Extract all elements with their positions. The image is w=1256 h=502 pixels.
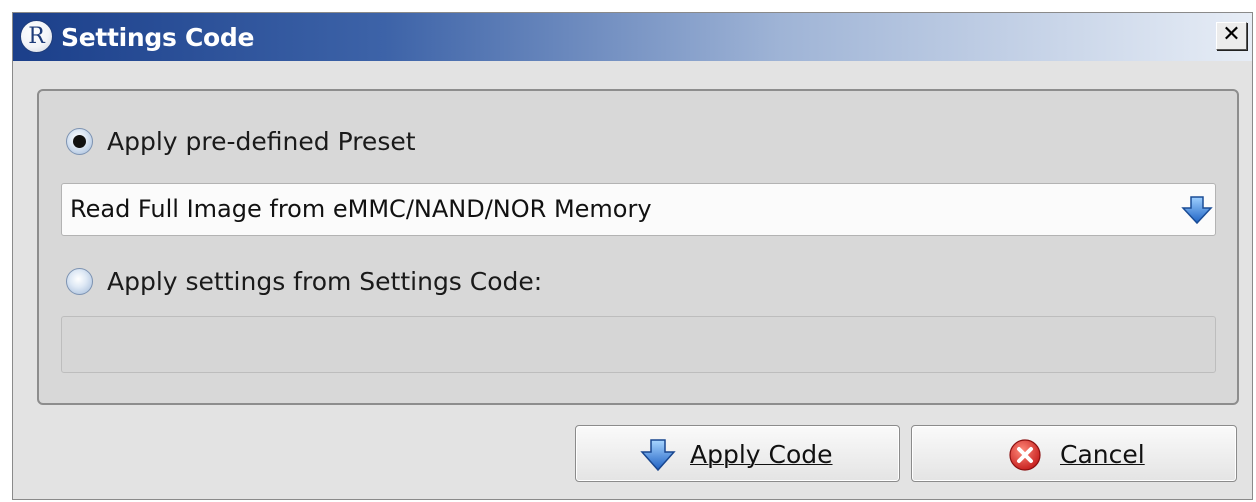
title-bar[interactable]: R Settings Code ✕ (13, 13, 1252, 61)
close-icon: ✕ (1222, 22, 1241, 47)
settings-code-radio[interactable] (66, 268, 93, 295)
settings-code-radio-label[interactable]: Apply settings from Settings Code: (107, 267, 542, 296)
preset-dropdown-value: Read Full Image from eMMC/NAND/NOR Memor… (70, 195, 652, 223)
apply-code-button[interactable]: Apply Code (575, 425, 900, 482)
apply-code-label: Apply Code (690, 440, 833, 469)
dialog-title: Settings Code (61, 23, 255, 52)
close-button[interactable]: ✕ (1216, 22, 1247, 50)
dropdown-arrow-icon[interactable] (1181, 194, 1213, 226)
app-logo-icon: R (20, 20, 53, 53)
red-x-circle-icon (1009, 439, 1041, 471)
blue-down-arrow-icon (640, 439, 676, 472)
cancel-button[interactable]: Cancel (911, 425, 1237, 482)
settings-code-dialog: R Settings Code ✕ Apply pre-defined Pres… (12, 12, 1253, 500)
cancel-label: Cancel (1060, 440, 1145, 469)
preset-radio[interactable] (66, 128, 93, 155)
preset-radio-label[interactable]: Apply pre-defined Preset (107, 127, 416, 156)
options-group: Apply pre-defined Preset Read Full Image… (37, 89, 1239, 405)
settings-code-input[interactable] (61, 316, 1216, 373)
preset-dropdown[interactable]: Read Full Image from eMMC/NAND/NOR Memor… (61, 183, 1216, 236)
